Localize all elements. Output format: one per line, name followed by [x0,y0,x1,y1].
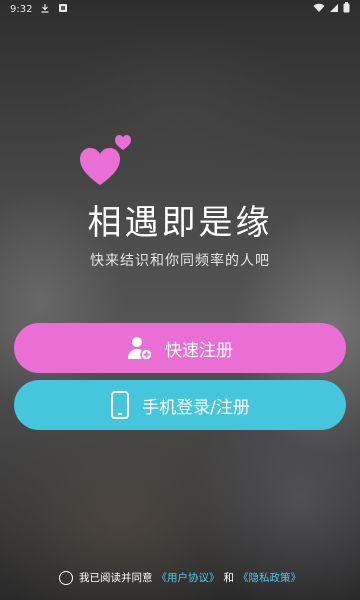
status-bar: 9:32 [0,0,360,18]
agreement-conjunction: 和 [223,572,235,584]
status-time: 9:32 [10,3,33,15]
app-slogan-title: 相遇即是缘 [87,203,273,243]
phone-icon [110,391,130,419]
agreement-row: 我已阅读并同意 《用户协议》 和 《隐私政策》 [0,570,360,585]
quick-register-label: 快速注册 [165,340,233,361]
user-agreement-link[interactable]: 《用户协议》 [157,570,220,585]
background-image [0,0,360,600]
app-notification-icon [58,3,68,16]
battery-icon [343,2,350,16]
agreement-checkbox[interactable] [59,570,73,585]
app-slogan-subtitle: 快来结识和你同频率的人吧 [90,253,270,269]
quick-register-button[interactable]: 快速注册 [14,323,346,373]
hearts-icon [78,130,138,190]
agreement-prefix: 我已阅读并同意 [79,572,153,584]
phone-login-label: 手机登录/注册 [142,397,250,418]
add-user-icon [127,335,153,361]
signal-icon [329,3,339,16]
phone-login-button[interactable]: 手机登录/注册 [14,380,346,430]
wifi-icon [313,3,325,16]
download-icon [40,3,50,16]
privacy-policy-link[interactable]: 《隐私政策》 [238,570,301,585]
